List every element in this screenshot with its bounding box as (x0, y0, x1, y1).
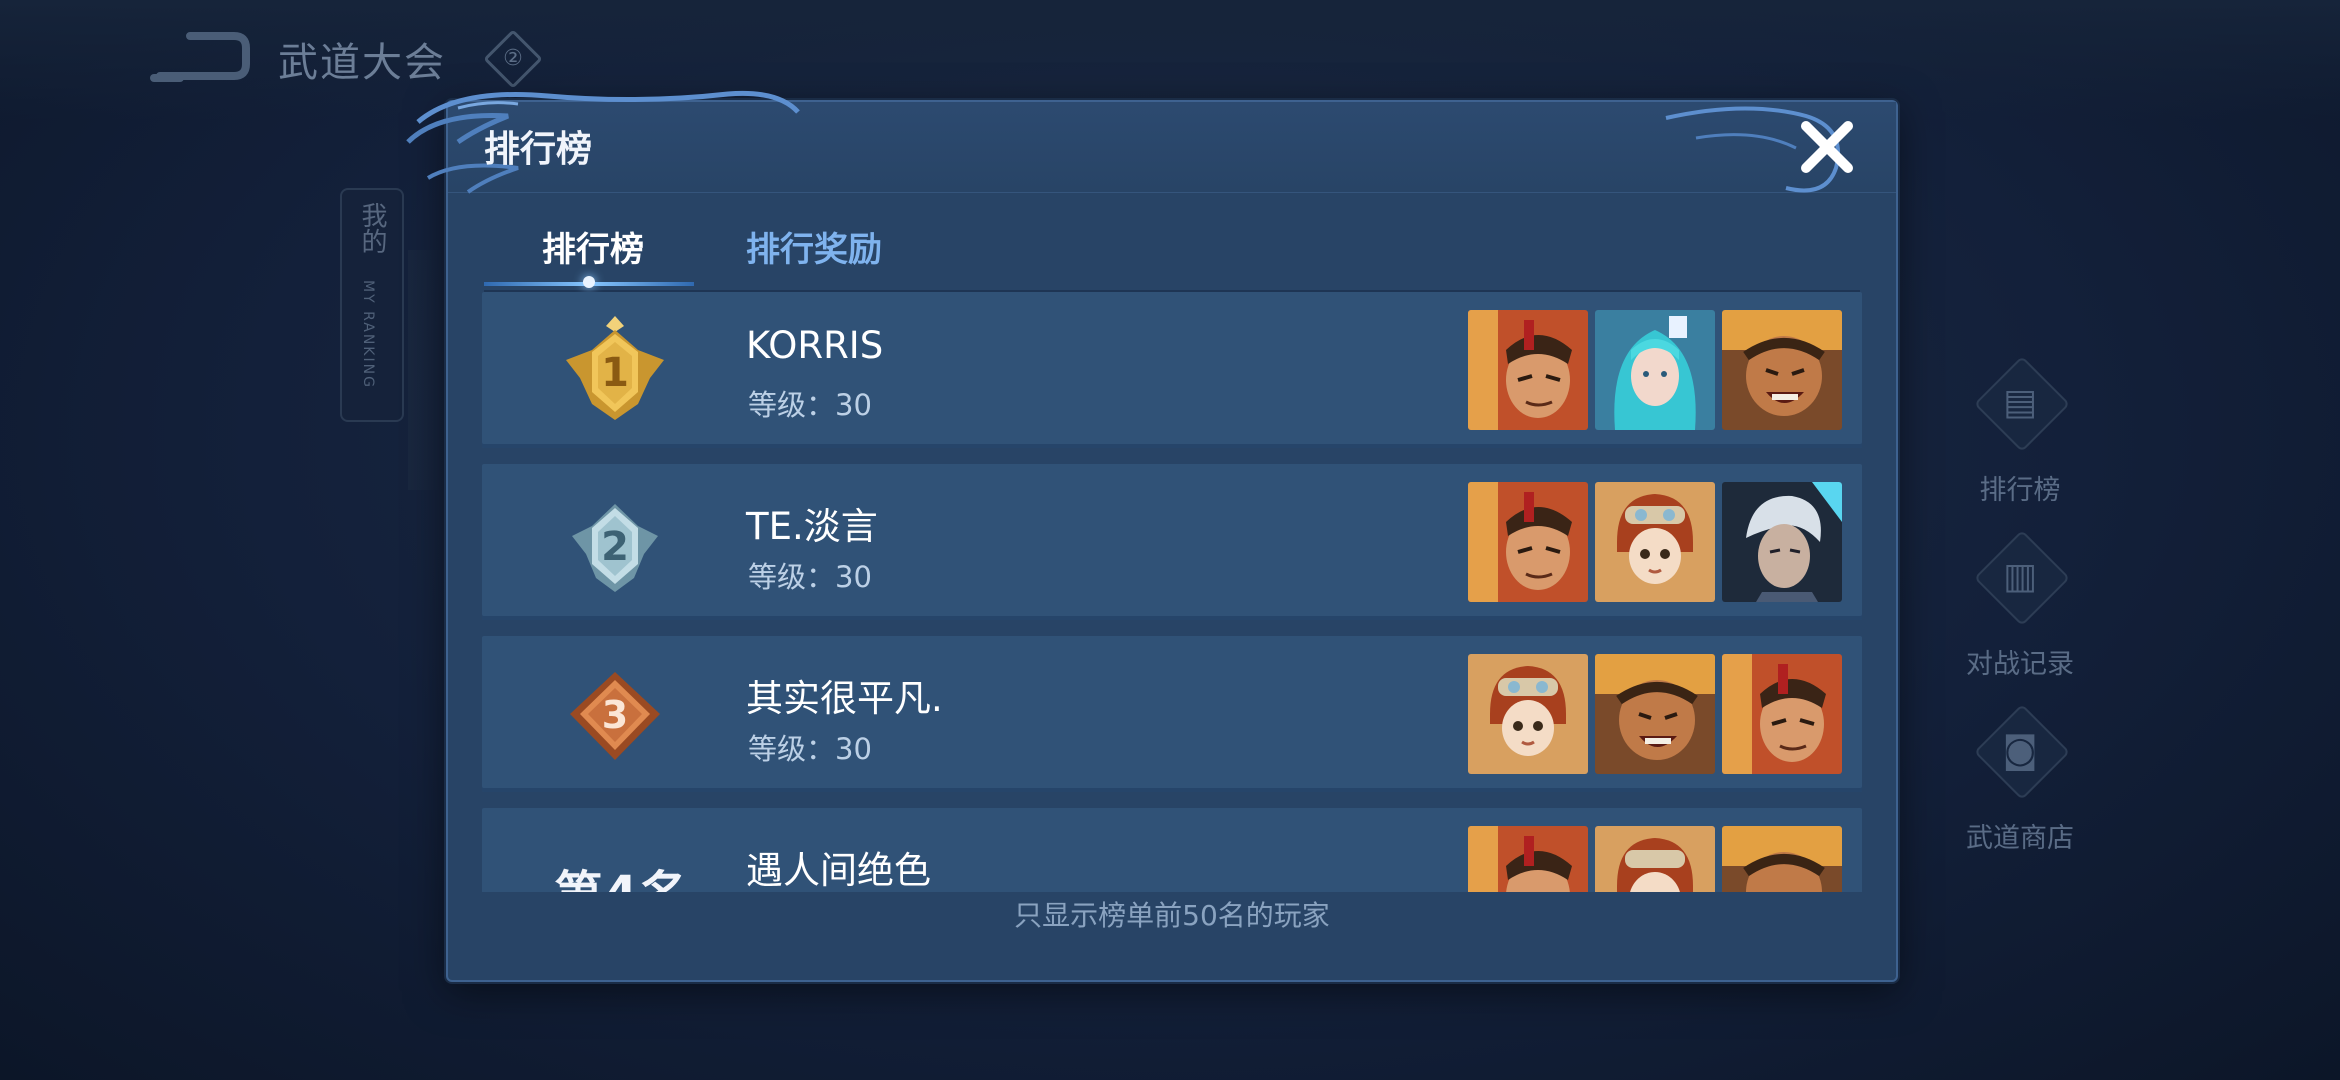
player-name: 其实很平凡. (746, 677, 943, 720)
close-icon[interactable] (1796, 116, 1858, 178)
svg-text:3: 3 (602, 693, 628, 737)
back-icon[interactable] (150, 28, 250, 88)
tab-ranking-rewards[interactable]: 排行奖励 (746, 222, 882, 271)
player-level: 等级：30 (748, 560, 872, 594)
side-menu-leaderboard[interactable]: ▤ 排行榜 (1950, 355, 2090, 510)
side-menu-battle-record[interactable]: ▥ 对战记录 (1950, 529, 2090, 684)
hero-portrait-warrior[interactable] (1468, 482, 1588, 602)
my-ranking-en-label: MY RANKING (360, 280, 376, 389)
my-ranking-panel[interactable]: 我的 MY RANKING (340, 188, 404, 422)
cloud-swirl-decoration (406, 90, 800, 194)
hero-portrait-brute[interactable] (1722, 826, 1842, 892)
hero-portrait-girl[interactable] (1595, 482, 1715, 602)
hero-portrait-brute[interactable] (1722, 310, 1842, 430)
hero-portrait-warrior[interactable] (1468, 310, 1588, 430)
side-menu-label: 对战记录 (1966, 649, 2074, 680)
ranking-row[interactable]: 2 TE.淡言 等级：30 (482, 464, 1862, 620)
ranking-list[interactable]: 1 KORRIS 等级：30 2 TE.淡言 等级：30 3 其实很平凡. 等级… (482, 292, 1862, 892)
gold-medal-icon: 1 (566, 316, 664, 420)
leaderboard-modal: 排行榜 排行榜 排行奖励 1 KORRIS 等级：30 2 TE.淡言 等级：3… (406, 90, 1898, 982)
player-name: KORRIS (746, 324, 884, 367)
player-name: 遇人间绝色 (746, 849, 931, 892)
hero-lineup (1468, 310, 1842, 430)
modal-header: 排行榜 (406, 90, 1896, 194)
svg-text:1: 1 (601, 350, 629, 396)
rank-number: 第4名 (522, 854, 722, 892)
page-title: 武道大会 (278, 40, 446, 86)
hero-portrait-brute[interactable] (1595, 654, 1715, 774)
player-level: 等级：30 (748, 732, 872, 766)
active-tab-dot (583, 276, 595, 288)
background-decoration (408, 250, 448, 490)
modal-title: 排行榜 (484, 129, 593, 170)
tab-bar: 排行榜 排行奖励 (484, 212, 1860, 294)
hero-portrait-warrior[interactable] (1722, 654, 1842, 774)
hero-portrait-girl[interactable] (1468, 654, 1588, 774)
footer-note: 只显示榜单前50名的玩家 (1014, 899, 1330, 932)
hero-portrait-girl[interactable] (1595, 826, 1715, 892)
my-ranking-label: 我的 (357, 202, 387, 254)
side-menu-shop[interactable]: ◙ 武道商店 (1950, 703, 2090, 858)
ranking-row[interactable]: 第4名 遇人间绝色 (482, 808, 1862, 892)
player-name: TE.淡言 (746, 505, 878, 548)
hero-lineup (1468, 654, 1842, 774)
side-menu-label: 排行榜 (1979, 475, 2061, 506)
ranking-row[interactable]: 1 KORRIS 等级：30 (482, 292, 1862, 448)
silver-medal-icon: 2 (572, 504, 658, 592)
svg-text:2: 2 (601, 524, 629, 570)
ranking-row[interactable]: 3 其实很平凡. 等级：30 (482, 636, 1862, 792)
hero-lineup (1468, 482, 1842, 602)
hero-portrait-knight[interactable] (1722, 482, 1842, 602)
hero-portrait-warrior[interactable] (1468, 826, 1588, 892)
bronze-medal-icon: 3 (570, 672, 660, 760)
tab-leaderboard[interactable]: 排行榜 (542, 222, 644, 271)
player-level: 等级：30 (748, 388, 872, 422)
hero-portrait-mage[interactable] (1595, 310, 1715, 430)
hero-lineup (1468, 826, 1842, 892)
side-menu-label: 武道商店 (1966, 823, 2074, 854)
